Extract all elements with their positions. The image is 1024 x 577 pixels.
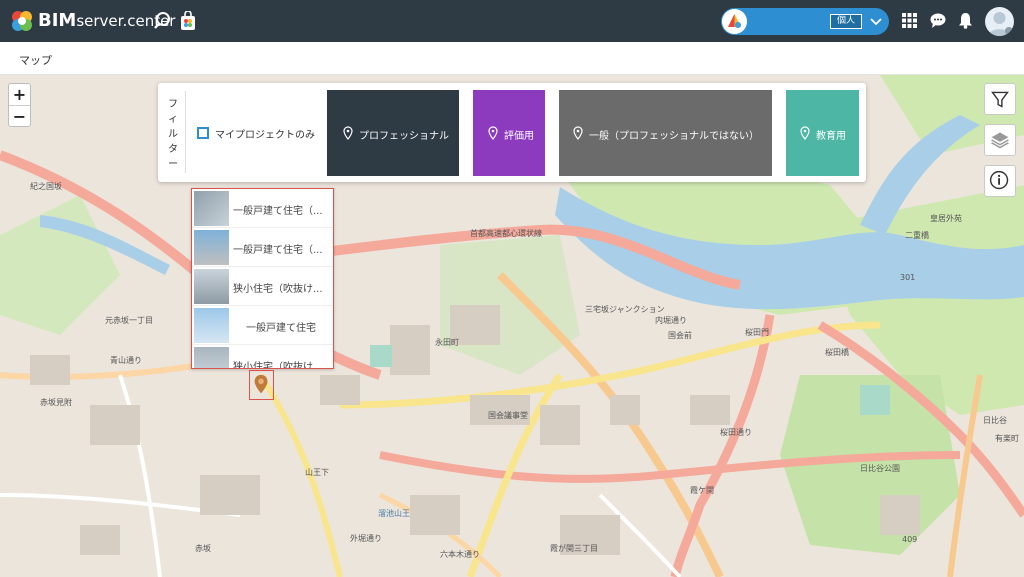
- chevron-down-icon: [870, 18, 882, 26]
- filter-general-label: 一般（プロフェッショナルではない）: [589, 131, 759, 142]
- map-label-roppongi-dori: 六本木通り: [440, 550, 480, 559]
- map-label-hibiya: 日比谷: [983, 416, 1007, 425]
- map-marker-icon: [254, 374, 268, 394]
- profile-type-badge: 個人: [830, 14, 862, 29]
- filter-title-char: フ: [168, 99, 178, 110]
- filter-funnel-icon: [991, 91, 1009, 108]
- breadcrumb: マップ: [0, 42, 1024, 75]
- filter-education-label: 教育用: [816, 131, 846, 142]
- project-list-item[interactable]: 一般戸建て住宅: [192, 306, 333, 345]
- filter-title: フ ィ ル タ ー: [167, 97, 179, 172]
- filter-evaluation-button[interactable]: 評価用: [473, 90, 545, 176]
- map-label-sakurada-dori: 桜田通り: [720, 428, 752, 437]
- profile-selector[interactable]: 個人: [721, 8, 889, 35]
- filter-evaluation-label: 評価用: [504, 131, 534, 142]
- project-name: 狭小住宅（吹抜け...: [233, 284, 323, 295]
- my-projects-label[interactable]: マイプロジェクトのみ: [215, 126, 315, 141]
- map-label-sotobori-dori: 外堀通り: [350, 534, 382, 543]
- project-list-item[interactable]: 狭小住宅（吹抜け...: [192, 267, 333, 306]
- map-label-kasumigaseki-3: 霞が関三丁目: [550, 544, 598, 553]
- profile-logo-icon: [722, 9, 747, 34]
- selected-project-marker[interactable]: [249, 370, 274, 400]
- project-list-item[interactable]: 一般戸建て住宅（...: [192, 189, 333, 228]
- map-label-kokkaimae: 国会前: [668, 331, 692, 340]
- filter-panel: フ ィ ル タ ー マイプロジェクトのみ プロフェッショナル 評価用 一般（プロ…: [158, 83, 866, 182]
- map-label-yurakucho: 有楽町: [995, 434, 1019, 443]
- map-label-route-409: 409: [902, 535, 918, 544]
- map-label-akasaka: 赤坂: [195, 544, 211, 553]
- filter-title-char: タ: [168, 144, 178, 155]
- filter-title-char: ル: [168, 129, 178, 140]
- map-label-aoyama-dori: 青山通り: [110, 356, 142, 365]
- project-name: 一般戸建て住宅: [246, 323, 316, 334]
- location-pin-icon: [573, 126, 583, 140]
- zoom-in-button[interactable]: +: [9, 84, 30, 106]
- project-name: 一般戸建て住宅（...: [233, 245, 323, 256]
- zoom-control: + −: [8, 83, 31, 127]
- project-list-popup: 一般戸建て住宅（... 一般戸建て住宅（... 狭小住宅（吹抜け... 一般戸建…: [191, 188, 334, 369]
- layers-icon: [991, 132, 1009, 149]
- map-label-kokkai: 国会議事堂: [488, 411, 528, 420]
- map-view[interactable]: 永田町 国会議事堂 霞ケ関 桜田門 日比谷公園 赤坂 溜池山王 皇居外苑 二重橋…: [0, 75, 1024, 577]
- map-label-sanno-shita: 山王下: [305, 468, 329, 477]
- project-name: 狭小住宅（吹抜け...: [233, 362, 323, 369]
- filter-title-char: ィ: [168, 114, 178, 125]
- project-thumbnail: [194, 308, 229, 343]
- map-info-button[interactable]: [984, 165, 1016, 197]
- map-label-nijubashi: 二重橋: [905, 231, 929, 240]
- map-label-kasumigaseki: 霞ケ関: [690, 486, 714, 495]
- map-label-akasaka-mitsuke: 赤坂見附: [40, 398, 72, 407]
- project-thumbnail: [194, 191, 229, 226]
- brand-bold: BIM: [38, 10, 77, 31]
- filter-professional-button[interactable]: プロフェッショナル: [327, 90, 459, 176]
- map-label-route-301: 301: [900, 273, 916, 282]
- project-thumbnail: [194, 230, 229, 265]
- bimserver-logo-icon[interactable]: [10, 9, 34, 33]
- map-label-shutoko: 首都高速都心環状線: [470, 229, 542, 238]
- user-avatar-icon: [988, 12, 1013, 36]
- map-label-sakuradabashi: 桜田橋: [825, 348, 849, 357]
- map-label-motoakasaka-1: 元赤坂一丁目: [105, 316, 153, 325]
- filter-title-char: ー: [168, 159, 178, 170]
- filter-divider: [185, 91, 186, 173]
- map-label-sakuradamon: 桜田門: [745, 328, 769, 337]
- project-thumbnail: [194, 347, 229, 368]
- project-list-item[interactable]: 一般戸建て住宅（...: [192, 228, 333, 267]
- zoom-out-button[interactable]: −: [9, 106, 30, 128]
- info-icon: [989, 170, 1009, 190]
- store-bag-icon[interactable]: [180, 11, 196, 31]
- page-title: マップ: [19, 54, 52, 67]
- map-label-nagatacho: 永田町: [435, 338, 459, 347]
- map-label-kokyo-gaien: 皇居外苑: [930, 214, 962, 223]
- filter-professional-label: プロフェッショナル: [359, 131, 449, 142]
- map-layers-button[interactable]: [984, 124, 1016, 156]
- project-list-item[interactable]: 狭小住宅（吹抜け...: [192, 345, 333, 369]
- location-pin-icon: [800, 126, 810, 140]
- search-icon[interactable]: [153, 11, 171, 31]
- apps-grid-icon[interactable]: [902, 13, 917, 28]
- map-filter-button[interactable]: [984, 83, 1016, 115]
- filter-general-button[interactable]: 一般（プロフェッショナルではない）: [559, 90, 772, 176]
- map-label-hibiya-park: 日比谷公園: [860, 464, 900, 473]
- location-pin-icon: [488, 126, 498, 140]
- top-navbar: BIMserver.center 個人: [0, 0, 1024, 42]
- notification-bell-icon[interactable]: [958, 12, 973, 29]
- filter-education-button[interactable]: 教育用: [786, 90, 859, 176]
- map-label-tameike-sanno: 溜池山王: [378, 509, 410, 518]
- map-label-uchibori-dori: 内堀通り: [655, 316, 687, 325]
- location-pin-icon: [343, 126, 353, 140]
- my-projects-checkbox[interactable]: [197, 127, 209, 139]
- project-name: 一般戸建て住宅（...: [233, 206, 323, 217]
- user-avatar[interactable]: [985, 7, 1014, 36]
- map-label-kinokunizaka: 紀之国坂: [30, 182, 62, 191]
- chat-icon[interactable]: [930, 13, 946, 28]
- project-thumbnail: [194, 269, 229, 304]
- map-label-miyakezaka-jct: 三宅坂ジャンクション: [585, 305, 665, 314]
